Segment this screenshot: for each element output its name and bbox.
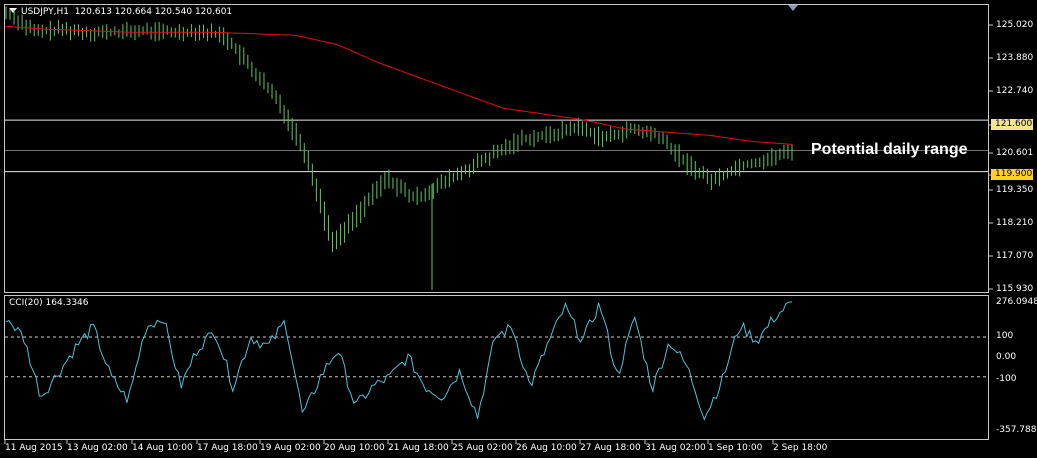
price-tick: 117.070 bbox=[996, 251, 1034, 261]
time-tick: 14 Aug 10:00 bbox=[132, 443, 193, 453]
high-level-tag: 121.600 bbox=[991, 119, 1033, 130]
chart-canvas bbox=[4, 6, 993, 444]
time-tick: 26 Aug 10:00 bbox=[516, 443, 577, 453]
time-tick: 19 Aug 02:00 bbox=[260, 443, 321, 453]
chart-window[interactable]: USDJPY,H1 120.613 120.664 120.540 120.60… bbox=[0, 0, 1037, 458]
cci-tick: 0.00 bbox=[996, 352, 1017, 362]
time-tick: 31 Aug 02:00 bbox=[645, 443, 706, 453]
annotation-text: Potential daily range bbox=[811, 141, 968, 158]
cci-tick: -357.7888 bbox=[996, 425, 1037, 435]
cci-tick: 276.0948 bbox=[996, 297, 1037, 307]
price-tick: 125.020 bbox=[996, 20, 1034, 30]
price-tick: 118.210 bbox=[996, 218, 1034, 228]
cci-line bbox=[5, 301, 792, 421]
time-tick: 17 Aug 18:00 bbox=[197, 443, 258, 453]
time-tick: 27 Aug 18:00 bbox=[580, 443, 641, 453]
time-tick: 13 Aug 02:00 bbox=[67, 443, 128, 453]
time-tick: 25 Aug 02:00 bbox=[452, 443, 513, 453]
moving-average-line bbox=[5, 25, 793, 145]
time-tick: 21 Aug 18:00 bbox=[388, 443, 449, 453]
price-tick: 119.350 bbox=[996, 185, 1034, 195]
low-level-tag: 119.900 bbox=[991, 169, 1033, 180]
price-tick: 122.740 bbox=[996, 86, 1034, 96]
time-tick: 1 Sep 10:00 bbox=[708, 443, 763, 453]
time-tick: 20 Aug 10:00 bbox=[324, 443, 385, 453]
price-tick: 120.601 bbox=[996, 148, 1034, 158]
cci-tick: -100 bbox=[996, 374, 1017, 384]
price-tick: 123.880 bbox=[996, 53, 1034, 63]
price-tick: 115.930 bbox=[996, 284, 1034, 294]
cci-tick: 100 bbox=[996, 331, 1014, 341]
time-tick: 2 Sep 18:00 bbox=[773, 443, 828, 453]
time-tick: 11 Aug 2015 bbox=[5, 443, 63, 453]
